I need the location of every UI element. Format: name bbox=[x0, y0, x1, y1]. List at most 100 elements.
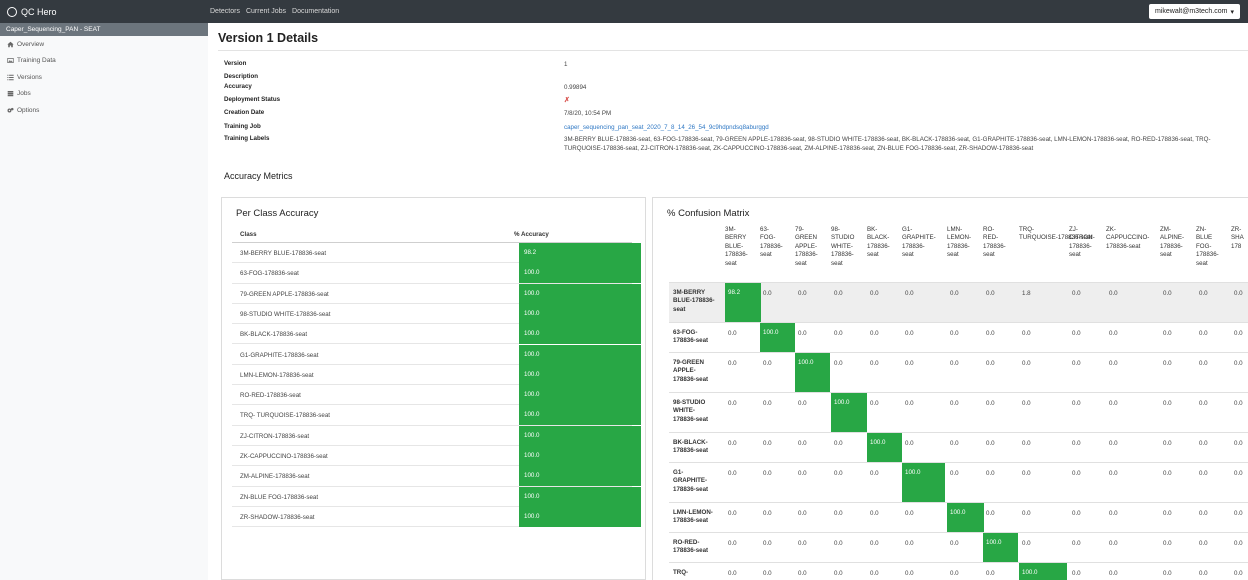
nav-link-documentation[interactable]: Documentation bbox=[292, 8, 339, 15]
confusion-cell: 0.0 bbox=[1022, 360, 1031, 367]
gears-icon bbox=[7, 107, 14, 113]
confusion-row: BK-BLACK- 178836-seat 0.0 0.0 0.0 0.0 100.0 0.0… bbox=[669, 432, 1248, 463]
sidebar-item-label: Overview bbox=[17, 40, 45, 48]
accuracy-value: 100.0 bbox=[519, 344, 641, 365]
confusion-row-label: G1- GRAPHITE- 178836-seat bbox=[673, 469, 709, 493]
x-mark-icon: ✗ bbox=[564, 97, 570, 104]
confusion-cell: 0.0 bbox=[905, 330, 914, 337]
table-row: 3M-BERRY BLUE-178836-seat 98.2 bbox=[232, 243, 641, 264]
accuracy-value: 100.0 bbox=[519, 405, 641, 426]
confusion-cell: 0.0 bbox=[950, 570, 959, 577]
brand[interactable]: QC Hero bbox=[0, 6, 210, 17]
confusion-cell: 0.0 bbox=[950, 440, 959, 447]
confusion-cell: 0.0 bbox=[1163, 290, 1172, 297]
confusion-cell: 0.0 bbox=[905, 290, 914, 297]
confusion-cell-diagonal: 100.0 bbox=[1019, 563, 1067, 580]
confusion-cell: 0.0 bbox=[1072, 470, 1081, 477]
class-name: ZN-BLUE FOG-178836-seat bbox=[240, 493, 319, 501]
per-class-accuracy-card: Per Class Accuracy Class % Accuracy 3M-B… bbox=[221, 197, 646, 580]
confusion-cell: 0.0 bbox=[986, 360, 995, 367]
confusion-cell: 0.0 bbox=[1163, 510, 1172, 517]
confusion-cell: 0.0 bbox=[728, 440, 737, 447]
sidebar-item-options[interactable]: Options bbox=[0, 102, 208, 119]
training-job-link[interactable]: caper_sequencing_pan_seat_2020_7_8_14_26… bbox=[564, 123, 1234, 132]
nav-link-detectors[interactable]: Detectors bbox=[210, 8, 240, 15]
accuracy-value: 100.0 bbox=[519, 283, 641, 304]
confusion-cell: 0.0 bbox=[1109, 400, 1118, 407]
confusion-matrix-card: % Confusion Matrix 3M- BERRY BLUE- 178836- s… bbox=[652, 197, 1248, 580]
confusion-cell: 0.0 bbox=[1072, 540, 1081, 547]
confusion-cell: 0.0 bbox=[986, 570, 995, 577]
sidebar-item-jobs[interactable]: Jobs bbox=[0, 86, 208, 103]
sidebar: Caper_Sequencing_PAN - SEAT Overview Tra… bbox=[0, 23, 208, 580]
confusion-cell: 0.0 bbox=[763, 400, 772, 407]
confusion-row-label: 79-GREEN APPLE- 178836-seat bbox=[673, 359, 709, 383]
confusion-cell: 0.0 bbox=[834, 330, 843, 337]
confusion-column-header: ZR- SHA 178 bbox=[1231, 226, 1244, 250]
home-icon bbox=[7, 41, 14, 48]
detail-label: Training Job bbox=[224, 123, 261, 130]
brand-name: QC Hero bbox=[21, 6, 57, 17]
column-header-class: Class bbox=[240, 231, 257, 238]
class-name: TRQ- TURQUOISE-178836-seat bbox=[240, 412, 330, 420]
sidebar-item-overview[interactable]: Overview bbox=[0, 36, 208, 53]
caret-down-icon: ▾ bbox=[1230, 8, 1234, 16]
accuracy-value: 100.0 bbox=[519, 466, 641, 487]
sidebar-item-label: Options bbox=[17, 106, 40, 114]
confusion-cell: 0.0 bbox=[950, 360, 959, 367]
confusion-cell: 0.0 bbox=[1199, 440, 1208, 447]
confusion-column-header: ZK- CAPPUCCINO- 178836-seat bbox=[1106, 226, 1150, 250]
confusion-cell-diagonal: 100.0 bbox=[902, 463, 945, 503]
table-row: ZK-CAPPUCCINO-178836-seat 100.0 bbox=[232, 446, 641, 467]
confusion-row-label: RO-RED- 178836-seat bbox=[673, 539, 709, 555]
confusion-cell: 0.0 bbox=[1109, 570, 1118, 577]
confusion-cell: 0.0 bbox=[763, 360, 772, 367]
list-icon bbox=[7, 74, 14, 81]
table-row: 98-STUDIO WHITE-178836-seat 100.0 bbox=[232, 303, 641, 325]
class-name: ZM-ALPINE-178836-seat bbox=[240, 473, 310, 481]
confusion-cell: 0.0 bbox=[798, 510, 807, 517]
confusion-cell: 0.0 bbox=[728, 510, 737, 517]
confusion-cell: 0.0 bbox=[1022, 540, 1031, 547]
confusion-cell: 0.0 bbox=[870, 540, 879, 547]
confusion-cell: 0.0 bbox=[1109, 470, 1118, 477]
accuracy-value: 100.0 bbox=[519, 303, 641, 324]
class-name: BK-BLACK-178836-seat bbox=[240, 331, 308, 339]
confusion-cell: 0.0 bbox=[1163, 400, 1172, 407]
table-row: ZN-BLUE FOG-178836-seat 100.0 bbox=[232, 486, 641, 507]
confusion-cell: 0.0 bbox=[728, 540, 737, 547]
user-menu-button[interactable]: mikewalt@m3tech.com ▾ bbox=[1149, 4, 1240, 19]
class-name: ZR-SHADOW-178836-seat bbox=[240, 513, 315, 521]
table-row: LMN-LEMON-178836-seat 100.0 bbox=[232, 364, 641, 386]
confusion-column-header: 79- GREEN APPLE- 178836- seat bbox=[795, 226, 818, 267]
confusion-cell: 0.0 bbox=[728, 360, 737, 367]
confusion-cell: 0.0 bbox=[986, 510, 995, 517]
confusion-cell: 1.8 bbox=[1022, 290, 1031, 297]
confusion-cell-diagonal: 100.0 bbox=[831, 393, 867, 433]
confusion-cell: 0.0 bbox=[986, 470, 995, 477]
confusion-row: 63-FOG- 178836-seat 0.0 100.0 0.0 0.0 0.0 0.0 0.… bbox=[669, 322, 1248, 353]
user-email: mikewalt@m3tech.com bbox=[1155, 8, 1228, 15]
confusion-cell-diagonal: 100.0 bbox=[795, 353, 830, 393]
confusion-cell: 0.0 bbox=[728, 570, 737, 577]
sidebar-project-name[interactable]: Caper_Sequencing_PAN - SEAT bbox=[0, 23, 208, 36]
confusion-cell: 0.0 bbox=[1199, 330, 1208, 337]
confusion-cell: 0.0 bbox=[870, 570, 879, 577]
nav-links: Detectors Current Jobs Documentation bbox=[210, 8, 339, 15]
confusion-cell: 0.0 bbox=[870, 470, 879, 477]
detail-value: 7/8/20, 10:54 PM bbox=[564, 110, 612, 117]
confusion-cell: 0.0 bbox=[1072, 570, 1081, 577]
confusion-cell: 0.0 bbox=[950, 400, 959, 407]
class-name: ZJ-CITRON-178836-seat bbox=[240, 432, 310, 440]
table-row: ZR-SHADOW-178836-seat 100.0 bbox=[232, 506, 641, 528]
confusion-row-label: 3M-BERRY BLUE-178836- seat bbox=[673, 289, 715, 313]
nav-link-current-jobs[interactable]: Current Jobs bbox=[246, 8, 286, 15]
main-content: Version 1 Details Version 1 Description … bbox=[208, 23, 1248, 580]
confusion-cell: 0.0 bbox=[1072, 510, 1081, 517]
confusion-cell: 0.0 bbox=[763, 470, 772, 477]
confusion-cell: 0.0 bbox=[1072, 330, 1081, 337]
sidebar-item-versions[interactable]: Versions bbox=[0, 69, 208, 86]
sidebar-item-training-data[interactable]: Training Data bbox=[0, 53, 208, 70]
confusion-cell: 0.0 bbox=[798, 290, 807, 297]
confusion-cell: 0.0 bbox=[986, 440, 995, 447]
